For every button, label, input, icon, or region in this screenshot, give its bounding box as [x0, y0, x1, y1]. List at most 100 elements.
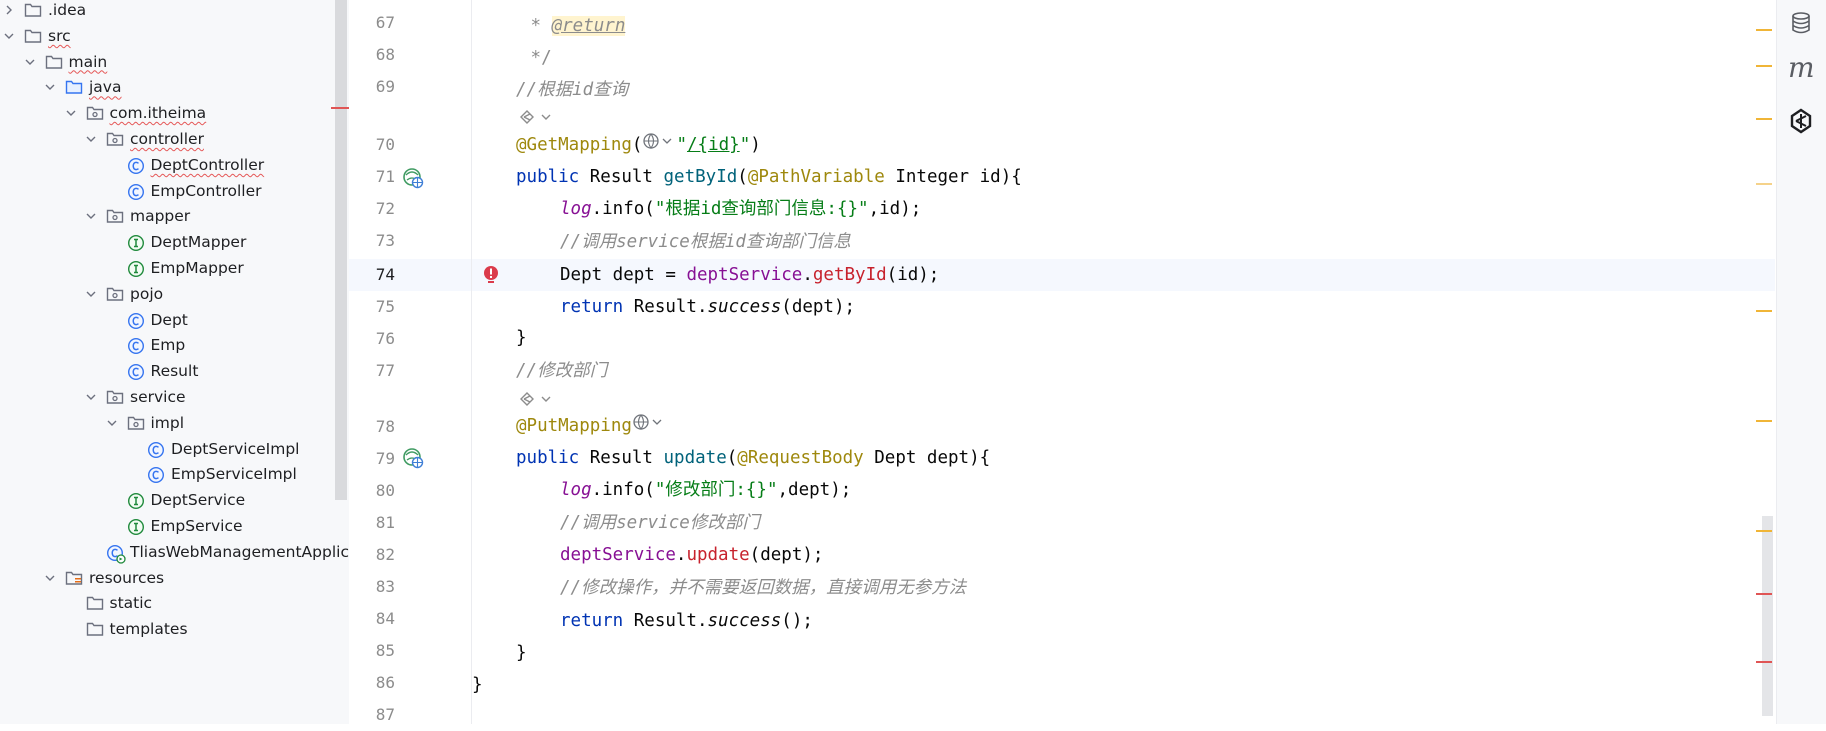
tree-item-label: resources: [89, 568, 165, 587]
type: Result: [579, 448, 664, 468]
code-line-70[interactable]: @GetMapping("/{id}"): [516, 129, 761, 161]
chevron-down-icon[interactable]: [84, 209, 98, 223]
code-line-75[interactable]: return Result.success(dept);: [560, 291, 855, 323]
line-number[interactable]: 74: [349, 259, 395, 291]
code-line-73[interactable]: //调用service根据id查询部门信息: [560, 226, 851, 258]
chevron-down-icon[interactable]: [84, 287, 98, 301]
code-line-77[interactable]: //修改部门: [516, 355, 607, 387]
code-line-72[interactable]: log.info("根据id查询部门信息:{}",id);: [560, 193, 921, 225]
error-marker[interactable]: [1756, 593, 1772, 595]
line-number[interactable]: 72: [349, 193, 395, 225]
line-number[interactable]: 83: [349, 571, 395, 603]
line-number[interactable]: 70: [349, 129, 395, 161]
code-line-67[interactable]: * @return: [520, 10, 626, 42]
warning-marker[interactable]: [1756, 530, 1772, 532]
line-number[interactable]: 86: [349, 667, 395, 699]
warning-marker[interactable]: [1756, 183, 1772, 185]
endpoint-globe-icon[interactable]: [402, 447, 424, 473]
line-number[interactable]: 87: [349, 699, 395, 731]
line-number[interactable]: 82: [349, 539, 395, 571]
ai-hint-icon[interactable]: [518, 107, 552, 127]
line-number[interactable]: 77: [349, 355, 395, 387]
code-line-82[interactable]: deptService.update(dept);: [560, 539, 823, 571]
tree-item-label: EmpService: [150, 517, 243, 535]
package-icon: [106, 208, 124, 224]
class-icon: [127, 157, 145, 174]
keyword: public: [516, 167, 580, 187]
ai-assistant-icon[interactable]: [1788, 108, 1814, 138]
comment: //修改操作，并不需要返回数据，直接调用无参方法: [560, 578, 967, 598]
line-number[interactable]: 69: [349, 71, 395, 103]
line-number[interactable]: 76: [349, 323, 395, 355]
line-number[interactable]: 84: [349, 603, 395, 635]
code-line-80[interactable]: log.info("修改部门:{}",dept);: [560, 474, 851, 506]
folder-icon: [86, 595, 104, 611]
line-number[interactable]: 67: [349, 7, 395, 39]
code-line-86[interactable]: }: [472, 669, 483, 701]
warning-marker[interactable]: [1756, 420, 1772, 422]
javadoc-star: *: [520, 16, 552, 36]
line-number[interactable]: 85: [349, 635, 395, 667]
code-line-76[interactable]: }: [516, 322, 527, 354]
class-icon: [127, 312, 145, 329]
package-icon: [106, 286, 124, 302]
warning-marker[interactable]: [1756, 65, 1772, 67]
code-line-68[interactable]: */: [520, 42, 552, 74]
chevron-down-icon[interactable]: [43, 80, 57, 94]
code-line-83[interactable]: //修改操作，并不需要返回数据，直接调用无参方法: [560, 572, 966, 604]
maven-icon[interactable]: m: [1788, 54, 1815, 82]
code-line-81[interactable]: //调用service修改部门: [560, 507, 760, 539]
chevron-down-icon[interactable]: [2, 29, 16, 43]
chevron-down-icon[interactable]: [43, 571, 57, 585]
class-icon: [147, 441, 165, 458]
code-line-69[interactable]: //根据id查询: [516, 74, 628, 106]
chevron-down-icon[interactable]: [64, 106, 78, 120]
chevron-down-icon[interactable]: [84, 132, 98, 146]
field: deptService: [560, 545, 676, 565]
url-path[interactable]: /{id}: [687, 135, 740, 155]
database-icon[interactable]: [1788, 10, 1814, 40]
warning-marker[interactable]: [1756, 29, 1772, 31]
endpoint-globe-icon[interactable]: [402, 167, 424, 193]
chevron-down-icon[interactable]: [23, 55, 37, 69]
chevron-down-icon[interactable]: [84, 390, 98, 404]
line-number[interactable]: 79: [349, 443, 395, 475]
line-number[interactable]: 81: [349, 507, 395, 539]
ai-hint-icon[interactable]: [518, 389, 552, 409]
line-number[interactable]: 75: [349, 291, 395, 323]
field: deptService: [686, 265, 803, 285]
code-line-74[interactable]: Dept dept = deptService.getById(id);: [560, 259, 939, 291]
line-number[interactable]: 73: [349, 225, 395, 257]
type: Result.: [623, 611, 708, 631]
error-bulb-icon[interactable]: [483, 265, 499, 289]
url-globe-icon[interactable]: [632, 410, 666, 442]
code-line-84[interactable]: return Result.success();: [560, 605, 813, 637]
tree-scrollbar[interactable]: [335, 0, 347, 500]
warning-marker[interactable]: [1756, 118, 1772, 120]
url-globe-icon[interactable]: [642, 129, 676, 161]
warning-marker[interactable]: [1756, 310, 1772, 312]
line-number[interactable]: 78: [349, 411, 395, 443]
code-line-78[interactable]: @PutMapping: [516, 410, 666, 442]
project-tree: .idea src main java com.itheima controller Dep…: [0, 0, 349, 724]
comment: //根据id查询: [516, 80, 629, 100]
chevron-down-icon[interactable]: [105, 416, 119, 430]
line-number[interactable]: 68: [349, 39, 395, 71]
tree-item-label: DeptMapper: [150, 233, 247, 252]
code-line-85[interactable]: }: [516, 637, 527, 669]
interface-icon: [127, 234, 145, 252]
paren: ): [750, 135, 761, 155]
editor-scrollbar-thumb[interactable]: [1762, 516, 1773, 716]
tree-error-marker: [331, 107, 349, 109]
error-marker[interactable]: [1756, 661, 1772, 663]
code-line-79[interactable]: public Result update(@RequestBody Dept d…: [516, 442, 990, 474]
chevron-right-icon[interactable]: [2, 3, 16, 17]
comment: //修改部门: [516, 361, 608, 381]
tree-item[interactable]: templates: [64, 614, 188, 644]
code-line-71[interactable]: public Result getById(@PathVariable Inte…: [516, 161, 1022, 193]
unresolved-method: update: [686, 545, 750, 565]
line-number[interactable]: 80: [349, 475, 395, 507]
line-number[interactable]: 71: [349, 161, 395, 193]
